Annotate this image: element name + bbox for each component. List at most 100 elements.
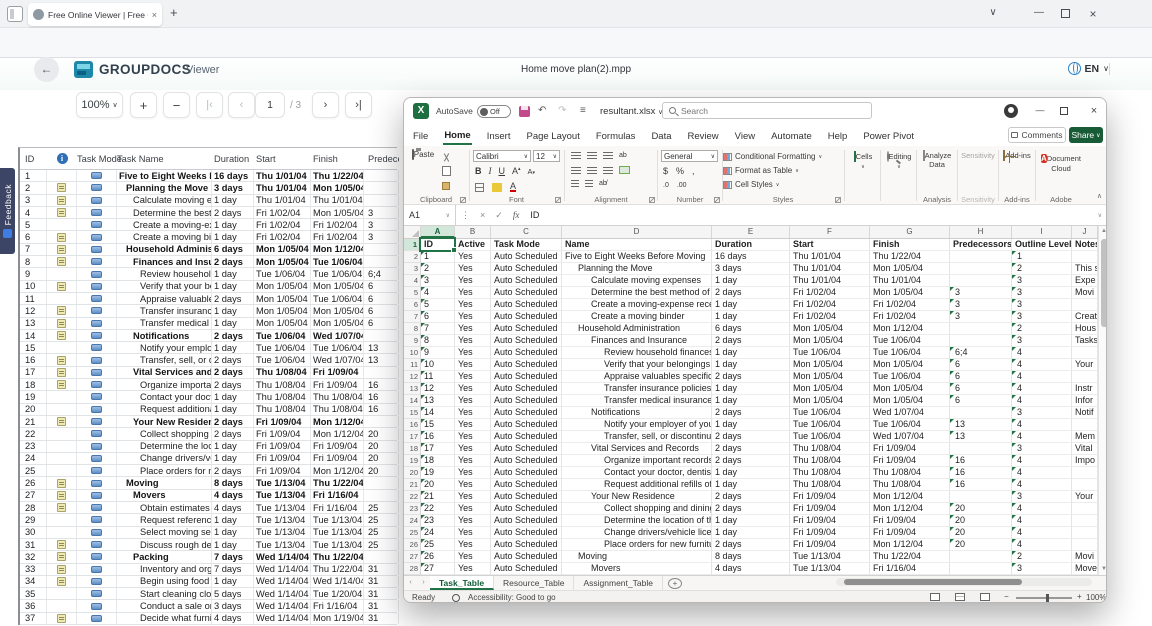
- normal-view-icon[interactable]: [930, 593, 940, 601]
- excel-search-box[interactable]: [662, 102, 872, 119]
- merge-center-icon[interactable]: [619, 166, 630, 174]
- share-button[interactable]: Share∨: [1069, 127, 1103, 143]
- excel-cell-finish[interactable]: Mon 1/05/04: [870, 263, 950, 275]
- font-size-dropdown[interactable]: 12∨: [533, 150, 560, 162]
- excel-cell-task-mode[interactable]: Auto Scheduled: [491, 407, 562, 419]
- excel-cell-active[interactable]: Yes: [455, 407, 491, 419]
- excel-cell-start[interactable]: Thu 1/01/04: [790, 263, 870, 275]
- excel-cell-name[interactable]: Calculate moving expenses: [562, 275, 712, 287]
- underline-button[interactable]: U: [499, 166, 506, 176]
- excel-cell-finish[interactable]: Fri 1/09/04: [870, 455, 950, 467]
- row-header-9[interactable]: 9: [404, 335, 421, 347]
- excel-cell-active[interactable]: Yes: [455, 395, 491, 407]
- excel-cell-start[interactable]: Tue 1/06/04: [790, 347, 870, 359]
- row-header-17[interactable]: 17: [404, 431, 421, 443]
- row-header-22[interactable]: 22: [404, 491, 421, 503]
- excel-cell-id[interactable]: 1: [421, 251, 455, 263]
- excel-cell-name[interactable]: Transfer insurance policies to your new: [562, 383, 712, 395]
- first-page-button[interactable]: |‹: [196, 92, 223, 118]
- excel-cell-name[interactable]: Place orders for new furniture: [562, 539, 712, 551]
- decrease-decimal-icon[interactable]: .00: [677, 182, 687, 189]
- row-header-24[interactable]: 24: [404, 515, 421, 527]
- excel-cell-notes[interactable]: Movi: [1072, 287, 1098, 299]
- excel-cell-start[interactable]: Tue 1/06/04: [790, 431, 870, 443]
- styles-dialog-launcher[interactable]: [835, 197, 841, 203]
- excel-cell-id[interactable]: 17: [421, 443, 455, 455]
- excel-cell-start[interactable]: Thu 1/01/04: [790, 251, 870, 263]
- window-minimize-button[interactable]: —: [1030, 7, 1048, 18]
- zoom-out-button[interactable]: −: [163, 92, 190, 118]
- excel-cell-active[interactable]: Yes: [455, 455, 491, 467]
- excel-cell-name[interactable]: Review household finances: [562, 347, 712, 359]
- excel-cell-id[interactable]: 18: [421, 455, 455, 467]
- excel-cell-active[interactable]: Yes: [455, 419, 491, 431]
- excel-cell-name[interactable]: Change drivers/vehicle licenses: [562, 527, 712, 539]
- row-header-4[interactable]: 4: [404, 275, 421, 287]
- excel-cell-predecessors[interactable]: 16: [950, 455, 1012, 467]
- excel-cell-finish[interactable]: Mon 1/12/04: [870, 491, 950, 503]
- excel-cell-duration[interactable]: 1 day: [712, 479, 790, 491]
- excel-header-start[interactable]: Start: [790, 239, 870, 251]
- font-color-icon[interactable]: A: [510, 182, 516, 192]
- excel-cell-finish[interactable]: Thu 1/08/04: [870, 467, 950, 479]
- excel-cell-name[interactable]: Moving: [562, 551, 712, 563]
- excel-cell-duration[interactable]: 1 day: [712, 395, 790, 407]
- name-box[interactable]: A1∨: [404, 205, 456, 225]
- excel-header-finish[interactable]: Finish: [870, 239, 950, 251]
- excel-cell-id[interactable]: 25: [421, 539, 455, 551]
- excel-cell-notes[interactable]: Movi: [1072, 551, 1098, 563]
- excel-cell-name[interactable]: Request additional refills of vital pres…: [562, 479, 712, 491]
- ribbon-tab-view[interactable]: View: [734, 129, 756, 144]
- font-grow-button[interactable]: A▴: [512, 166, 521, 176]
- bold-button[interactable]: B: [475, 166, 482, 176]
- cancel-icon[interactable]: ×: [475, 210, 490, 220]
- row-header-15[interactable]: 15: [404, 407, 421, 419]
- excel-cell-name[interactable]: Notifications: [562, 407, 712, 419]
- language-selector[interactable]: EN ∨: [1068, 62, 1110, 75]
- excel-cell-task-mode[interactable]: Auto Scheduled: [491, 299, 562, 311]
- excel-cell-notes[interactable]: Your: [1072, 359, 1098, 371]
- save-icon[interactable]: [519, 106, 530, 117]
- excel-cell-active[interactable]: Yes: [455, 563, 491, 575]
- excel-cell-duration[interactable]: 1 day: [712, 299, 790, 311]
- sheet-nav-right-icon[interactable]: ›: [417, 576, 430, 590]
- excel-cell-predecessors[interactable]: 20: [950, 539, 1012, 551]
- sheet-tab-resource_table[interactable]: Resource_Table: [494, 576, 574, 590]
- comma-icon[interactable]: ,: [692, 166, 695, 176]
- excel-cell-notes[interactable]: Impo: [1072, 455, 1098, 467]
- excel-cell-notes[interactable]: [1072, 479, 1098, 491]
- last-page-button[interactable]: ›|: [345, 92, 372, 118]
- excel-cell-outline-level[interactable]: 4: [1012, 527, 1072, 539]
- excel-cell-finish[interactable]: Fri 1/09/04: [870, 527, 950, 539]
- excel-cell-task-mode[interactable]: Auto Scheduled: [491, 263, 562, 275]
- excel-cell-predecessors[interactable]: 20: [950, 515, 1012, 527]
- align-middle-icon[interactable]: [587, 152, 597, 159]
- excel-cell-task-mode[interactable]: Auto Scheduled: [491, 275, 562, 287]
- row-header-18[interactable]: 18: [404, 443, 421, 455]
- excel-cell-duration[interactable]: 3 days: [712, 263, 790, 275]
- excel-cell-task-mode[interactable]: Auto Scheduled: [491, 515, 562, 527]
- percent-icon[interactable]: %: [676, 166, 684, 176]
- excel-minimize-button[interactable]: —: [1032, 105, 1048, 115]
- excel-cell-active[interactable]: Yes: [455, 371, 491, 383]
- excel-cell-duration[interactable]: 1 day: [712, 275, 790, 287]
- excel-cell-id[interactable]: 9: [421, 347, 455, 359]
- excel-cell-predecessors[interactable]: [950, 275, 1012, 287]
- excel-cell-name[interactable]: Contact your doctor, dentist, and other: [562, 467, 712, 479]
- fill-color-icon[interactable]: [492, 183, 502, 192]
- excel-cell-active[interactable]: Yes: [455, 467, 491, 479]
- excel-cell-active[interactable]: Yes: [455, 551, 491, 563]
- align-center-icon[interactable]: [587, 167, 597, 174]
- excel-cell-start[interactable]: Mon 1/05/04: [790, 335, 870, 347]
- excel-header-id[interactable]: ID: [421, 239, 455, 251]
- excel-cell-duration[interactable]: 2 days: [712, 491, 790, 503]
- excel-cell-outline-level[interactable]: 4: [1012, 347, 1072, 359]
- excel-cell-duration[interactable]: 1 day: [712, 347, 790, 359]
- excel-cell-finish[interactable]: Thu 1/01/04: [870, 275, 950, 287]
- excel-cell-notes[interactable]: Move: [1072, 563, 1098, 575]
- row-header-7[interactable]: 7: [404, 311, 421, 323]
- excel-cell-start[interactable]: Tue 1/06/04: [790, 407, 870, 419]
- excel-cell-predecessors[interactable]: 20: [950, 527, 1012, 539]
- excel-header-duration[interactable]: Duration: [712, 239, 790, 251]
- excel-cell-duration[interactable]: 2 days: [712, 503, 790, 515]
